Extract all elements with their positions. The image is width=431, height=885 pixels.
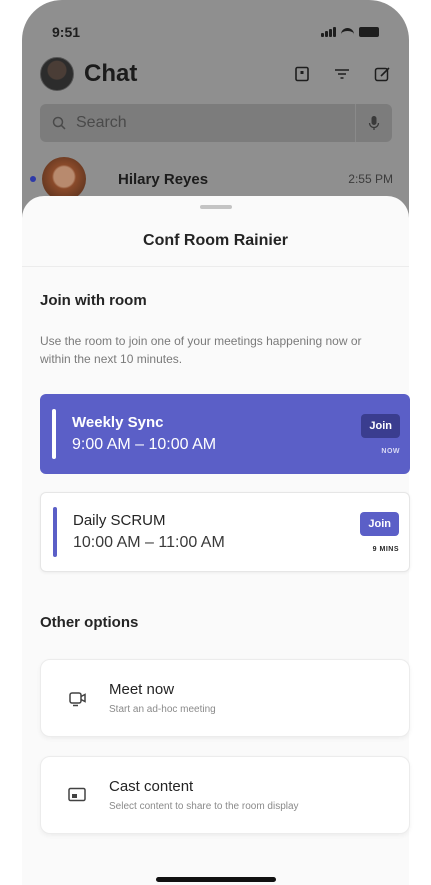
option-subtitle: Start an ad-hoc meeting [109,704,216,715]
option-text: Meet now Start an ad-hoc meeting [109,681,216,715]
join-button[interactable]: Join [361,413,400,438]
page-title: Chat [84,60,138,87]
battery-icon [359,27,379,37]
meeting-time: 9:00 AM – 10:00 AM [72,436,217,453]
chat-header: Chat [40,56,391,92]
meeting-accent-bar [53,507,57,557]
search-bar[interactable]: Search [40,104,392,142]
compose-icon[interactable] [373,65,391,83]
filter-icon[interactable] [333,65,351,83]
meeting-time: 10:00 AM – 11:00 AM [73,534,225,551]
chat-contact-name: Hilary Reyes [118,170,209,188]
meeting-card-weekly-sync[interactable]: Weekly Sync 9:00 AM – 10:00 AM Join NOW [40,394,410,474]
chat-timestamp: 2:55 PM [348,172,393,186]
meeting-name: Daily SCRUM [73,512,166,529]
meeting-status-badge: 9 MINS [372,545,399,553]
sheet-title: Conf Room Rainier [143,232,288,249]
option-subtitle: Select content to share to the room disp… [109,801,299,812]
meeting-actions: Join 9 MINS [360,511,399,553]
meeting-card-daily-scrum[interactable]: Daily SCRUM 10:00 AM – 11:00 AM Join 9 M… [40,492,410,572]
unread-dot [30,176,36,182]
room-icon[interactable] [293,65,311,83]
header-actions [293,65,391,83]
option-text: Cast content Select content to share to … [109,778,299,812]
search-divider [355,104,356,142]
divider [22,266,409,267]
my-avatar[interactable] [40,57,74,91]
status-bar: 9:51 [52,22,379,42]
cast-icon [65,783,89,807]
meeting-text: Daily SCRUM 10:00 AM – 11:00 AM [73,512,225,552]
microphone-icon[interactable] [368,115,380,131]
search-input[interactable]: Search [76,114,355,132]
meeting-actions: Join NOW [361,413,400,455]
search-icon [52,116,66,130]
cellular-signal-icon [321,27,336,37]
option-title: Meet now [109,681,175,698]
home-indicator[interactable] [156,877,276,882]
camera-icon [65,686,89,710]
status-icons [321,27,379,37]
meeting-accent-bar [52,409,56,459]
cast-content-option[interactable]: Cast content Select content to share to … [40,756,410,834]
status-time: 9:51 [52,24,81,40]
option-title: Cast content [109,778,194,795]
join-section-title: Join with room [40,292,147,309]
contact-avatar [42,157,86,201]
sheet-grabber[interactable] [200,205,232,209]
meeting-status-badge: NOW [381,447,400,455]
join-button[interactable]: Join [360,511,399,536]
room-bottom-sheet: Conf Room Rainier Join with room Use the… [22,196,410,885]
join-section-description: Use the room to join one of your meeting… [40,334,362,366]
meet-now-option[interactable]: Meet now Start an ad-hoc meeting [40,659,410,737]
other-options-title: Other options [40,614,139,631]
meeting-name: Weekly Sync [72,414,164,431]
meeting-text: Weekly Sync 9:00 AM – 10:00 AM [72,414,216,454]
wifi-icon [341,27,354,37]
